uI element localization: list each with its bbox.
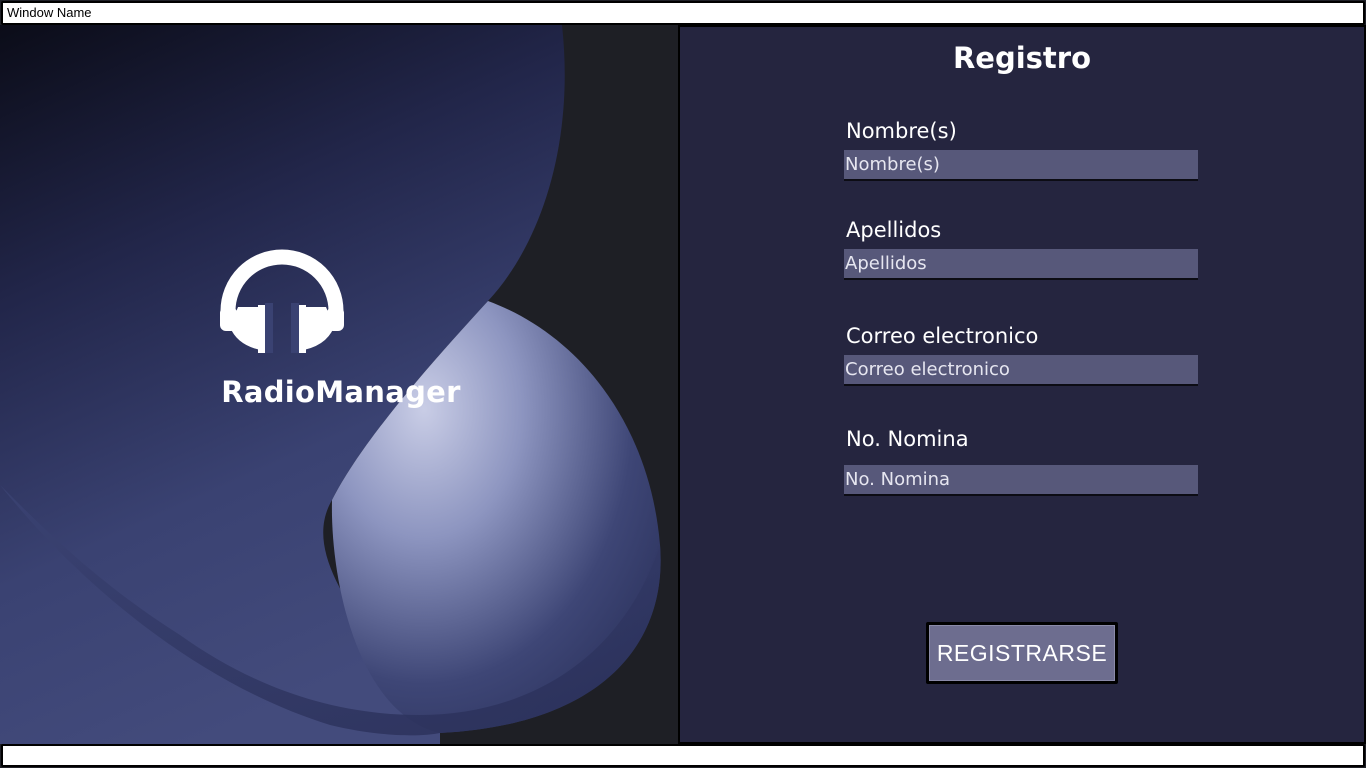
payroll-number-label: No. Nomina [846,427,969,451]
headphones-icon [220,249,344,353]
app-name: RadioManager [221,375,461,409]
brand-panel: RadioManager [0,25,678,744]
email-input[interactable] [844,355,1198,386]
email-label: Correo electronico [846,324,1039,348]
last-name-label: Apellidos [846,218,942,242]
title-bar[interactable]: Window Name [1,1,1365,25]
app-logo: RadioManager [220,247,462,427]
registration-form: Registro Nombre(s) Apellidos Correo elec… [678,25,1366,744]
form-title: Registro [952,41,1092,75]
status-bar [1,744,1365,767]
app-window: Window Name RadioManager Registro Nombre… [0,0,1366,768]
register-button[interactable]: REGISTRARSE [926,622,1118,684]
first-name-input[interactable] [844,150,1198,181]
first-name-label: Nombre(s) [846,119,957,143]
last-name-input[interactable] [844,249,1198,280]
window-title: Window Name [7,5,92,20]
payroll-number-input[interactable] [844,465,1198,496]
